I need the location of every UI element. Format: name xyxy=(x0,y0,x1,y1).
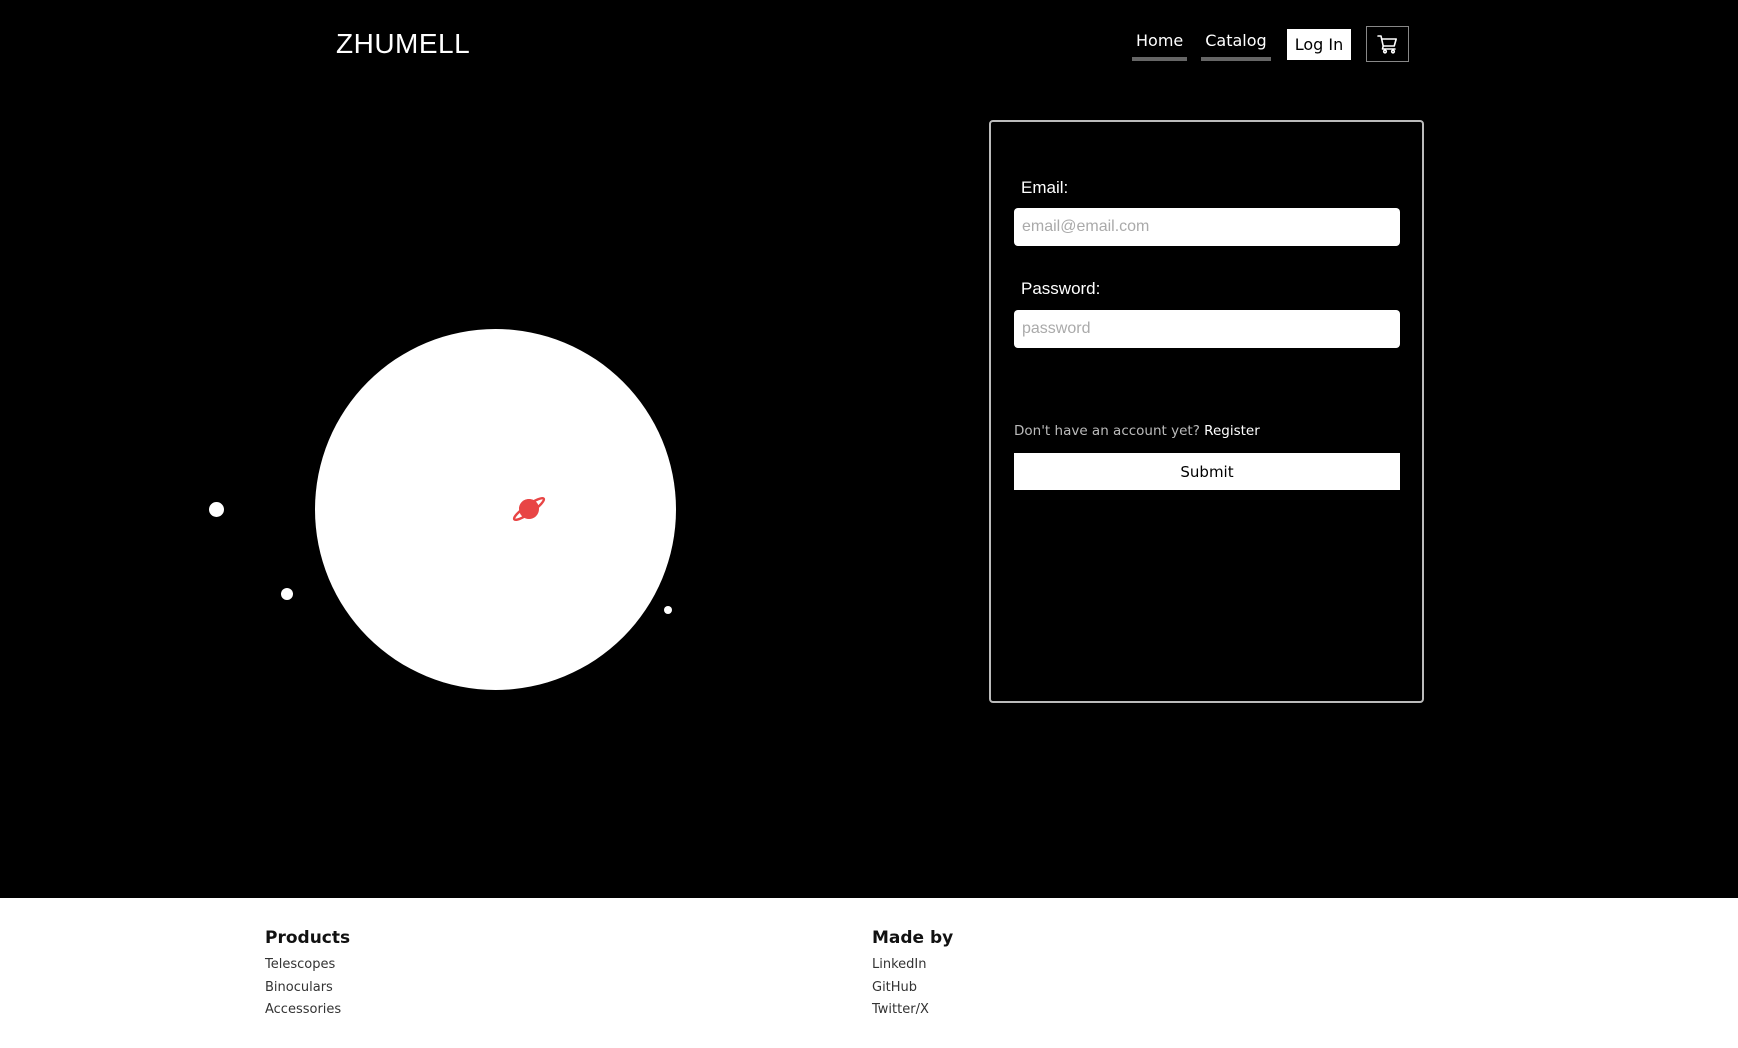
footer-link-accessories[interactable]: Accessories xyxy=(265,999,350,1022)
planet-icon xyxy=(512,496,546,522)
email-label: Email: xyxy=(1021,178,1069,197)
footer-products: Products Telescopes Binoculars Accessori… xyxy=(265,928,350,1022)
register-link[interactable]: Register xyxy=(1204,423,1260,439)
cart-button[interactable] xyxy=(1366,26,1410,62)
footer-link-telescopes[interactable]: Telescopes xyxy=(265,954,350,977)
moon-circle xyxy=(315,329,676,690)
site-logo[interactable]: ZHUMELL xyxy=(336,28,470,60)
nav-home-link[interactable]: Home xyxy=(1132,27,1188,61)
main-nav: Home Catalog Log In xyxy=(1132,26,1410,62)
email-input[interactable] xyxy=(1014,208,1400,246)
register-prompt: Don't have an account yet? Register xyxy=(1014,423,1260,439)
nav-catalog-link[interactable]: Catalog xyxy=(1201,27,1271,61)
orbit-dot xyxy=(664,606,672,614)
site-footer: Products Telescopes Binoculars Accessori… xyxy=(0,898,1738,1048)
footer-link-github[interactable]: GitHub xyxy=(872,977,953,1000)
footer-made-by: Made by LinkedIn GitHub Twitter/X xyxy=(872,928,953,1022)
register-prompt-text: Don't have an account yet? xyxy=(1014,423,1200,439)
login-button[interactable]: Log In xyxy=(1286,28,1352,60)
password-input[interactable] xyxy=(1014,310,1400,348)
footer-link-linkedin[interactable]: LinkedIn xyxy=(872,954,953,977)
footer-products-heading: Products xyxy=(265,928,351,948)
footer-link-binoculars[interactable]: Binoculars xyxy=(265,977,350,1000)
password-label: Password: xyxy=(1021,279,1101,298)
footer-made-by-heading: Made by xyxy=(872,928,954,948)
submit-button[interactable]: Submit xyxy=(1014,453,1400,490)
orbit-dot xyxy=(281,588,293,600)
footer-link-twitter[interactable]: Twitter/X xyxy=(872,999,953,1022)
orbit-dot xyxy=(209,502,224,517)
cart-icon xyxy=(1376,35,1397,54)
